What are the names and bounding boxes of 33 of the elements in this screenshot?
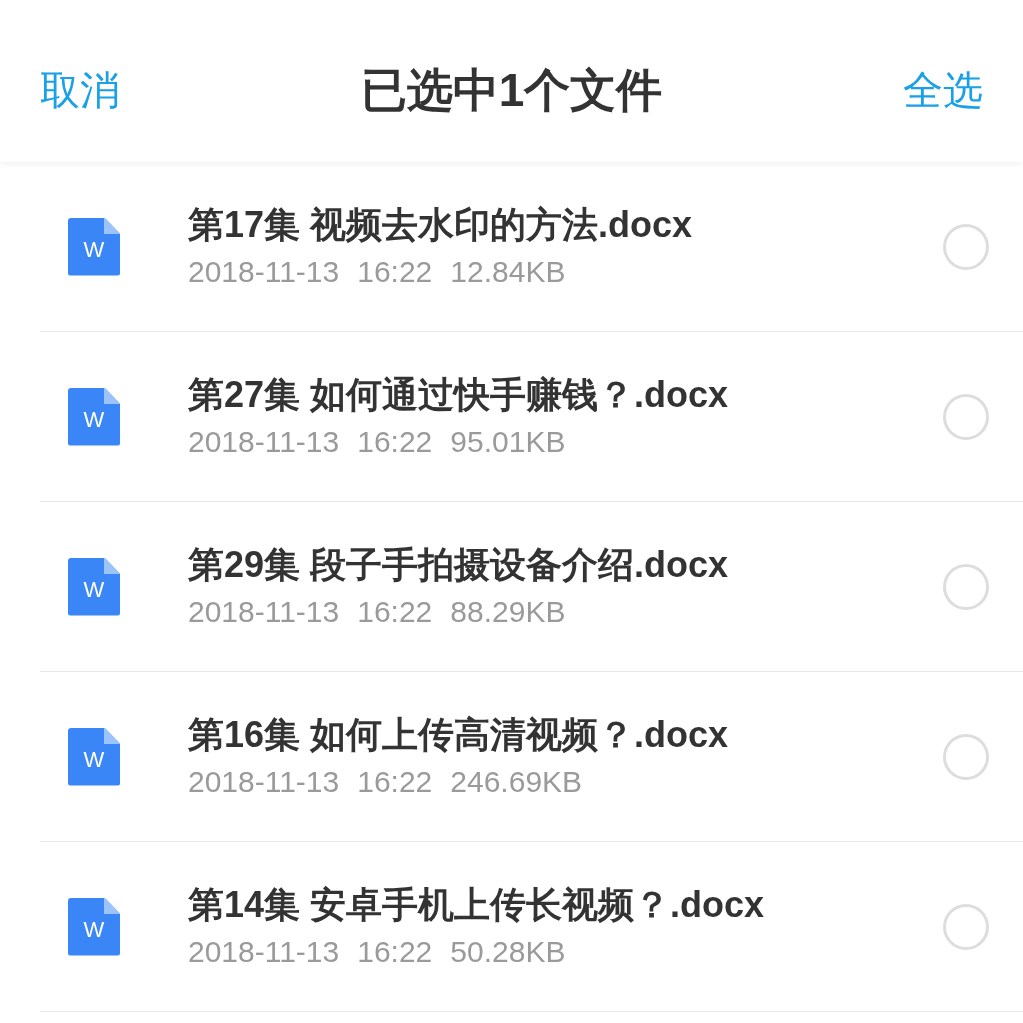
select-radio[interactable] xyxy=(943,223,989,270)
word-file-icon: W xyxy=(68,217,120,276)
select-radio[interactable] xyxy=(943,393,989,440)
select-radio[interactable] xyxy=(943,903,989,950)
file-time: 16:22 xyxy=(357,763,433,800)
file-size: 246.69KB xyxy=(450,763,583,800)
file-date: 2018-11-13 xyxy=(188,423,340,460)
file-name: 第16集 如何上传高清视频？.docx xyxy=(188,712,730,757)
word-file-icon: W xyxy=(68,387,120,446)
file-date: 2018-11-13 xyxy=(188,763,340,800)
file-name: 第29集 段子手拍摄设备介绍.docx xyxy=(188,542,730,587)
file-time: 16:22 xyxy=(357,933,433,970)
file-name: 第27集 如何通过快手赚钱？.docx xyxy=(188,372,730,417)
file-time: 16:22 xyxy=(357,253,433,290)
file-size: 12.84KB xyxy=(450,253,566,290)
file-date: 2018-11-13 xyxy=(188,933,340,970)
file-date: 2018-11-13 xyxy=(188,593,340,630)
cancel-button[interactable]: 取消 xyxy=(40,60,120,120)
file-date: 2018-11-13 xyxy=(188,253,340,290)
file-time: 16:22 xyxy=(357,593,433,630)
file-time: 16:22 xyxy=(357,423,433,460)
file-size: 88.29KB xyxy=(450,593,566,630)
select-radio[interactable] xyxy=(943,563,989,610)
select-radio[interactable] xyxy=(943,733,989,780)
word-file-icon: W xyxy=(68,557,120,616)
file-name: 第14集 安卓手机上传长视频？.docx xyxy=(188,882,766,927)
word-file-icon: W xyxy=(68,897,120,956)
title: 已选中1个文件 xyxy=(360,62,663,118)
word-file-icon: W xyxy=(68,727,120,786)
select-all-button[interactable]: 全选 xyxy=(903,60,983,120)
file-name: 第17集 视频去水印的方法.docx xyxy=(188,202,694,247)
file-size: 50.28KB xyxy=(450,933,566,970)
file-size: 95.01KB xyxy=(450,423,566,460)
